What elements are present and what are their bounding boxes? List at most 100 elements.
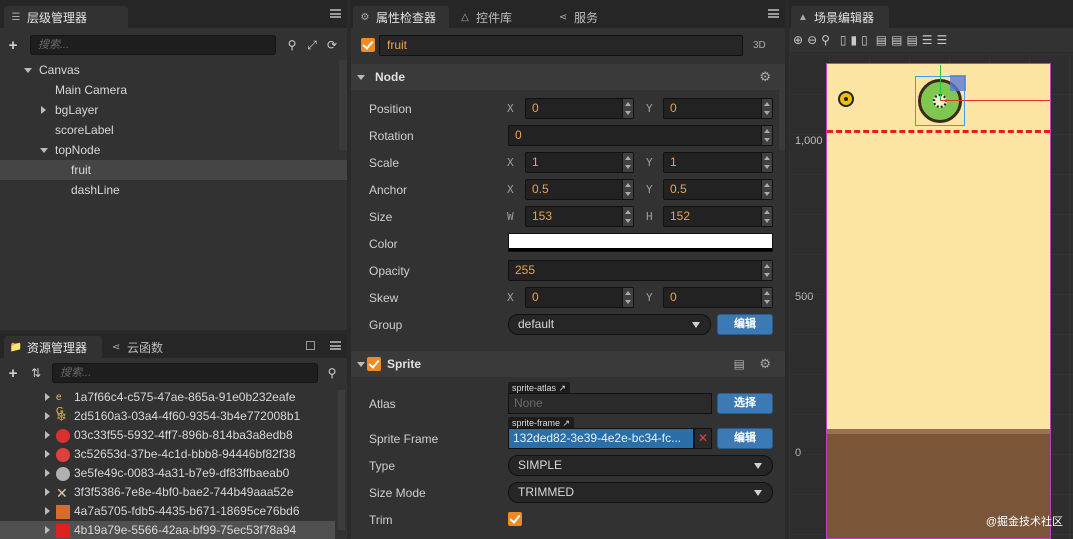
refresh-icon[interactable]: ⟳ [322,38,342,52]
skew-y-input[interactable]: 0 [663,287,773,308]
tab-widgets[interactable]: △ 控件库 [453,6,543,28]
popout-icon[interactable] [306,341,315,350]
align-top-icon[interactable]: ▤ [876,33,887,47]
asset-item[interactable]: 3e5fe49c-0083-4a31-b7e9-df83ffbaeab0 [0,464,335,483]
tree-node[interactable]: topNode [0,140,347,160]
collapsed-arrow-icon[interactable] [45,450,50,458]
asset-item[interactable]: 4b19a79e-5566-42aa-bf99-75ec53f78a94 [0,521,335,539]
sprite-settings-icon[interactable]: ⚙ [759,356,771,372]
expanded-arrow-icon[interactable] [40,148,48,153]
sprite-section-header[interactable]: Sprite ▤ ⚙ [351,351,785,377]
skew-x-stepper[interactable] [622,288,633,307]
anchor-y-input[interactable]: 0.5 [663,179,773,200]
size-w-stepper[interactable] [622,207,633,226]
collapsed-arrow-icon[interactable] [45,393,50,401]
node-active-checkbox[interactable] [361,38,375,52]
anchor-x-stepper[interactable] [622,180,633,199]
add-asset-button[interactable]: + [0,365,26,382]
sort-icon[interactable]: ⇅ [26,366,46,380]
zoom-out-icon[interactable]: ⊖ [807,33,817,47]
tab-cloud[interactable]: ⋖ 云函数 [104,336,184,358]
x-axis-gizmo[interactable] [940,100,1050,101]
color-swatch[interactable] [508,233,773,252]
size-h-stepper[interactable] [761,207,772,226]
rotation-stepper[interactable] [761,126,772,145]
opacity-stepper[interactable] [761,261,772,280]
tab-service[interactable]: ⋖ 服务 [551,6,621,28]
type-select[interactable]: SIMPLE [508,455,773,476]
zoom-fit-icon[interactable]: ⚲ [821,33,830,47]
fruit-sprite[interactable] [915,65,966,126]
node-name-input[interactable]: fruit [379,35,743,56]
size-h-input[interactable]: 152 [663,206,773,227]
tab-hierarchy[interactable]: ☰ 层级管理器 [4,6,128,28]
clear-frame-icon[interactable]: ✕ [694,428,712,449]
assets-search-icon[interactable]: ⚲ [322,366,342,380]
score-label-marker[interactable] [838,91,854,107]
asset-item[interactable]: 3c52653d-37be-4c1d-bbb8-94446bf82f38 [0,445,335,464]
tab-assets[interactable]: 📁 资源管理器 [4,336,102,358]
zoom-in-icon[interactable]: ⊕ [793,33,803,47]
collapsed-arrow-icon[interactable] [45,488,50,496]
skew-y-stepper[interactable] [761,288,772,307]
asset-item[interactable]: 03c33f55-5932-4ff7-896b-814ba3a8edb8 [0,426,335,445]
group-edit-button[interactable]: 编辑 [717,314,773,335]
inspector-menu-icon[interactable] [768,9,779,18]
opacity-input[interactable]: 255 [508,260,773,281]
anchor-y-stepper[interactable] [761,180,772,199]
position-y-input[interactable]: 0 [663,98,773,119]
collapsed-arrow-icon[interactable] [45,412,50,420]
collapsed-arrow-icon[interactable] [45,526,50,534]
align-center-v-icon[interactable]: ▤ [891,33,902,47]
tab-scene[interactable]: ▲ 场景编辑器 [791,6,889,28]
assets-menu-icon[interactable] [330,341,341,350]
expanded-arrow-icon[interactable] [24,68,32,73]
collapsed-arrow-icon[interactable] [41,106,46,114]
group-select[interactable]: default [508,314,711,335]
collapsed-arrow-icon[interactable] [45,431,50,439]
add-node-button[interactable]: + [0,37,26,54]
hierarchy-menu-icon[interactable] [330,9,341,18]
collapsed-arrow-icon[interactable] [45,469,50,477]
sprite-enabled-checkbox[interactable] [367,357,381,371]
position-y-stepper[interactable] [761,99,772,118]
assets-search-input[interactable]: 搜索... [52,363,318,383]
asset-item[interactable]: e G 1a7f66c4-c575-47ae-865a-91e0b232eafe [0,388,335,417]
distribute-v-icon[interactable]: ☰ [937,33,948,47]
tree-node[interactable]: bgLayer [0,100,347,120]
tree-node[interactable]: Canvas [0,60,347,80]
size-mode-select[interactable]: TRIMMED [508,482,773,503]
scale-y-input[interactable]: 1 [663,152,773,173]
tree-node[interactable]: dashLine [0,180,347,200]
tree-node[interactable]: Main Camera [0,80,347,100]
scale-y-stepper[interactable] [761,153,772,172]
align-right-icon[interactable]: ▯ [861,33,868,47]
trim-checkbox[interactable] [508,512,522,526]
rotation-input[interactable]: 0 [508,125,773,146]
scale-x-input[interactable]: 1 [525,152,634,173]
align-left-icon[interactable]: ▯ [840,33,847,47]
tree-node[interactable]: scoreLabel [0,120,347,140]
sprite-frame-field[interactable]: 132ded82-3e39-4e2e-bc34-fc... [508,428,694,449]
anchor-handle[interactable] [940,65,941,101]
inspector-scrollbar[interactable] [779,90,785,150]
collapsed-arrow-icon[interactable] [45,507,50,515]
assets-scrollbar[interactable] [338,390,345,530]
skew-x-input[interactable]: 0 [525,287,634,308]
sprite-docs-icon[interactable]: ▤ [734,357,745,371]
tree-node[interactable]: fruit [0,160,347,180]
sprite-frame-edit-button[interactable]: 编辑 [717,428,773,449]
scene-canvas[interactable] [826,63,1051,539]
distribute-h-icon[interactable]: ☰ [922,33,933,47]
align-center-h-icon[interactable]: ▮ [851,33,858,47]
hierarchy-search-input[interactable]: 搜索... [30,35,276,55]
asset-item[interactable]: ❄ 2d5160a3-03a4-4f60-9354-3b4e772008b1 [0,407,335,426]
asset-item[interactable]: ✕ 3f3f5386-7e8e-4bf0-bae2-744b49aaa52e [0,483,335,502]
atlas-field[interactable]: None [508,393,712,414]
hierarchy-scrollbar[interactable] [339,60,347,150]
position-x-input[interactable]: 0 [525,98,634,119]
node-settings-icon[interactable]: ⚙ [759,69,771,85]
align-bottom-icon[interactable]: ▤ [906,33,917,47]
atlas-select-button[interactable]: 选择 [717,393,773,414]
node-section-header[interactable]: Node ⚙ [351,64,785,90]
